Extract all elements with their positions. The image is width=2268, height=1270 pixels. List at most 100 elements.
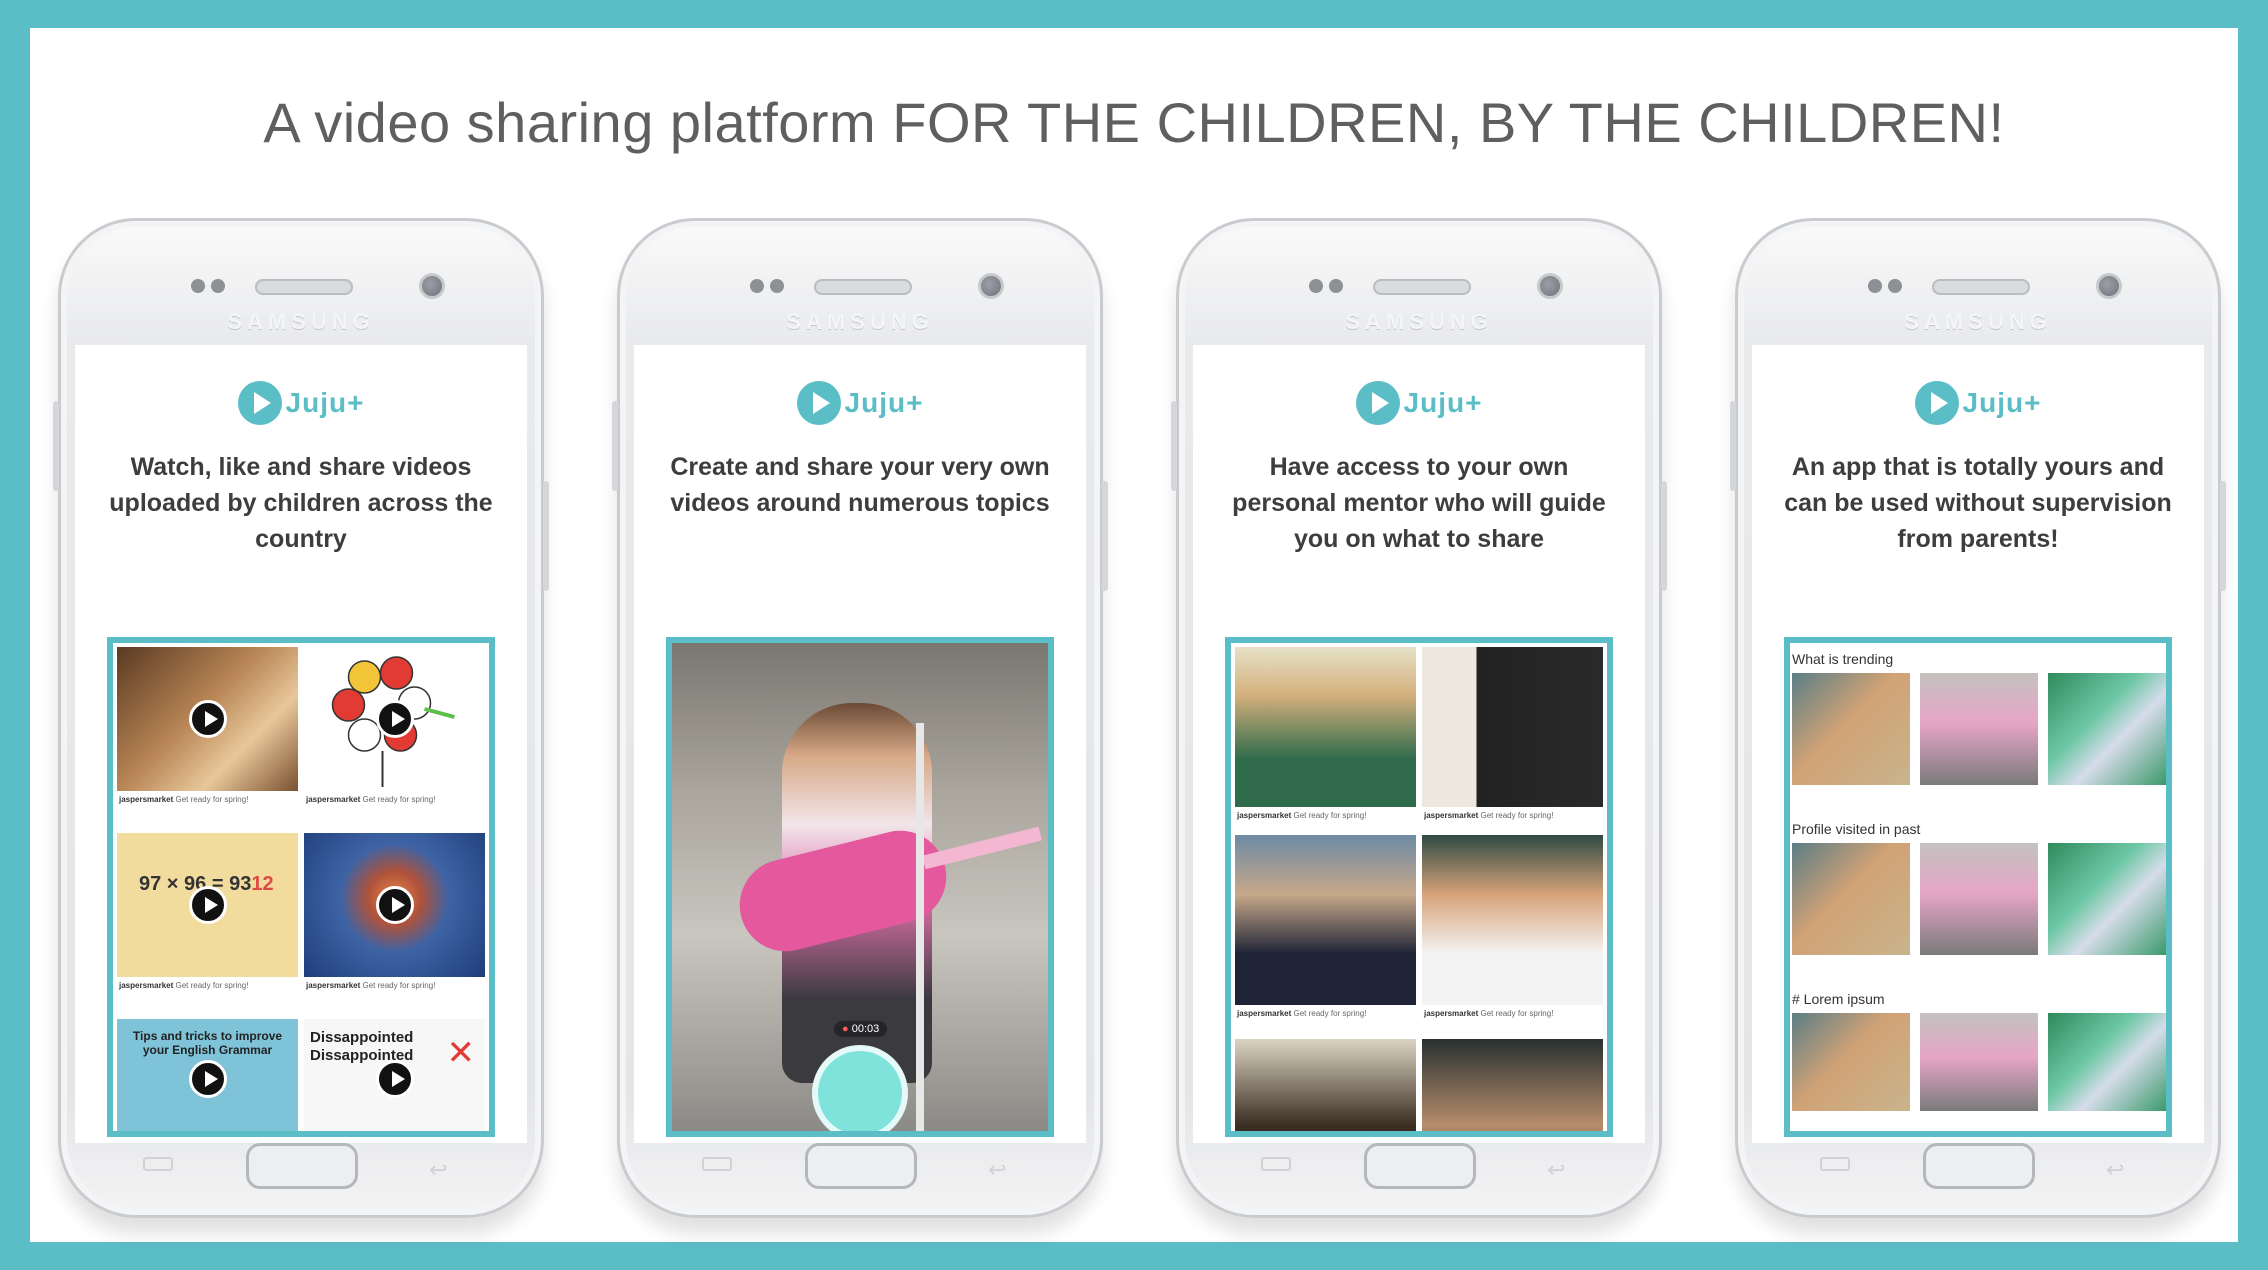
video-thumbnail[interactable] (1792, 673, 1910, 785)
home-button[interactable] (805, 1143, 917, 1189)
sensor-dots (750, 279, 790, 298)
mentor-tile[interactable]: jaspersmarket Get ready for spring! (1422, 835, 1603, 1018)
tile-user: jaspersmarket (1424, 811, 1479, 820)
section-row (1792, 843, 2166, 955)
app-name: Juju+ (1403, 387, 1483, 418)
phone-2: SAMSUNG Juju+ Create and share your very… (612, 218, 1108, 1218)
app-name: Juju+ (844, 387, 924, 418)
sensor-dots (1868, 279, 1908, 298)
section-title: What is trending (1792, 651, 1894, 667)
phone-caption: Watch, like and share videos uploaded by… (109, 453, 493, 553)
recent-apps-key-icon[interactable] (1820, 1157, 1850, 1171)
mentor-tile[interactable]: jaspersmarket Get ready for spring! (1235, 835, 1416, 1018)
video-thumbnail[interactable] (1792, 1013, 1910, 1111)
play-icon[interactable] (188, 700, 227, 738)
video-tile[interactable]: jaspersmarket Get ready for spring! (304, 833, 485, 1009)
play-icon[interactable] (375, 1060, 414, 1098)
phone-screen: Juju+ An app that is totally yours and c… (1752, 345, 2204, 1143)
phone-4: SAMSUNG Juju+ An app that is totally you… (1730, 218, 2226, 1218)
mic-stand (916, 723, 924, 1131)
play-icon[interactable] (188, 1060, 227, 1098)
recording-timer: ● 00:03 (834, 1021, 888, 1037)
tile-text: Get ready for spring! (1293, 811, 1367, 820)
speaker-grille (1373, 279, 1471, 295)
app-logo: Juju+ (634, 381, 1086, 433)
mentor-photo (1235, 835, 1416, 1005)
video-tile[interactable]: jaspersmarket Get ready for spring! (117, 647, 298, 823)
video-thumbnail[interactable] (1920, 843, 2038, 955)
tile-text: Get ready for spring! (1480, 811, 1554, 820)
video-tile[interactable]: Tips and tricks to improve your English … (117, 1019, 298, 1131)
brand-label: SAMSUNG (1345, 309, 1493, 334)
tile-user: jaspersmarket (306, 795, 361, 804)
video-thumbnail[interactable] (2048, 673, 2166, 785)
back-key-icon[interactable]: ↩ (2106, 1157, 2136, 1182)
play-icon[interactable] (375, 700, 414, 738)
video-thumbnail[interactable] (2048, 1013, 2166, 1111)
tile-user: jaspersmarket (306, 981, 361, 990)
tile-user: jaspersmarket (1237, 811, 1292, 820)
back-key-icon[interactable]: ↩ (1547, 1157, 1577, 1182)
mentor-tile[interactable] (1422, 1023, 1603, 1131)
back-key-icon[interactable]: ↩ (429, 1157, 459, 1182)
phone-screen: Juju+ Create and share your very own vid… (634, 345, 1086, 1143)
tile-user: jaspersmarket (119, 795, 174, 804)
tile-text: Get ready for spring! (1480, 1009, 1554, 1018)
home-button[interactable] (1364, 1143, 1476, 1189)
front-camera (2096, 273, 2122, 299)
sensor-dots (1309, 279, 1349, 298)
app-logo: Juju+ (75, 381, 527, 433)
recent-apps-key-icon[interactable] (143, 1157, 173, 1171)
video-thumbnail[interactable] (1920, 1013, 2038, 1111)
video-tile[interactable]: 97 × 96 = 9312 jaspersmarket Get ready f… (117, 833, 298, 1009)
record-button[interactable] (812, 1045, 908, 1131)
video-tile[interactable]: Dissappointed Dissappointed ✕ (304, 1019, 485, 1131)
section-row (1792, 673, 2166, 785)
tile-text: Get ready for spring! (1293, 1009, 1367, 1018)
mentor-photo (1422, 1039, 1603, 1131)
speaker-grille (814, 279, 912, 295)
video-thumbnail[interactable] (1792, 843, 1910, 955)
speaker-grille (1932, 279, 2030, 295)
camera-recording-mockup: ● 00:03 (666, 637, 1054, 1137)
phone-1: SAMSUNG Juju+ Watch, like and share vide… (53, 218, 549, 1218)
home-button[interactable] (1923, 1143, 2035, 1189)
phone-caption: An app that is totally yours and can be … (1784, 453, 2172, 553)
play-logo-icon (796, 381, 841, 425)
play-icon[interactable] (375, 886, 414, 924)
app-logo: Juju+ (1752, 381, 2204, 433)
tile-text: Get ready for spring! (175, 795, 249, 804)
play-logo-icon (1914, 381, 1959, 425)
mentor-grid-mockup: jaspersmarket Get ready for spring! jasp… (1225, 637, 1613, 1137)
back-key-icon[interactable]: ↩ (988, 1157, 1018, 1182)
mentor-tile[interactable] (1235, 1023, 1416, 1131)
video-tile[interactable]: jaspersmarket Get ready for spring! (304, 647, 485, 823)
home-button[interactable] (246, 1143, 358, 1189)
sensor-dots (191, 279, 231, 298)
tile-text: Get ready for spring! (362, 795, 436, 804)
play-icon[interactable] (188, 886, 227, 924)
video-thumbnail[interactable] (1920, 673, 2038, 785)
home-sections-mockup: What is trending Profile visited in past (1784, 637, 2172, 1137)
headline: A video sharing platform FOR THE CHILDRE… (263, 91, 2005, 154)
slide-panel: A video sharing platform FOR THE CHILDRE… (30, 28, 2238, 1242)
brand-label: SAMSUNG (227, 309, 375, 334)
app-logo: Juju+ (1193, 381, 1645, 433)
tile-user: jaspersmarket (119, 981, 174, 990)
recent-apps-key-icon[interactable] (1261, 1157, 1291, 1171)
speaker-grille (255, 279, 353, 295)
brand-label: SAMSUNG (1904, 309, 2052, 334)
tile-user: jaspersmarket (1237, 1009, 1292, 1018)
mentor-tile[interactable]: jaspersmarket Get ready for spring! (1422, 647, 1603, 823)
mentor-photo (1422, 835, 1603, 1005)
phone-3: SAMSUNG Juju+ Have access to your own pe… (1171, 218, 1667, 1218)
recent-apps-key-icon[interactable] (702, 1157, 732, 1171)
mentor-photo (1235, 647, 1416, 807)
section-title: # Lorem ipsum (1792, 991, 1885, 1007)
video-thumbnail[interactable] (2048, 843, 2166, 955)
tile-text: Get ready for spring! (175, 981, 249, 990)
phone-screen: Juju+ Have access to your own personal m… (1193, 345, 1645, 1143)
play-logo-icon (1355, 381, 1400, 425)
mentor-photo (1422, 647, 1603, 807)
mentor-tile[interactable]: jaspersmarket Get ready for spring! (1235, 647, 1416, 823)
